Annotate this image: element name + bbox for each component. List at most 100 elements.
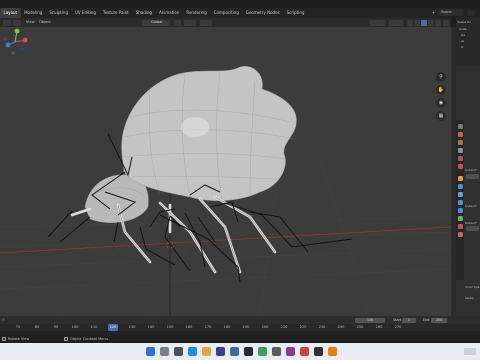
- proportional-editing-toggle[interactable]: [200, 19, 212, 26]
- wireframe-shading-button[interactable]: [414, 19, 420, 26]
- object-mode-dropdown[interactable]: [13, 19, 21, 26]
- outliner-row-ico[interactable]: Ic: [461, 45, 464, 50]
- file-explorer-icon[interactable]: [202, 347, 211, 356]
- blender-window: Layout Modeling Sculpting UV Editing Texture…: [0, 0, 480, 360]
- menu-object[interactable]: Object: [36, 18, 54, 27]
- tab-texture-paint[interactable]: Texture Paint: [99, 8, 132, 18]
- navigation-gizmo[interactable]: [0, 27, 30, 57]
- system-tray[interactable]: [464, 348, 476, 355]
- outliner-row-armature[interactable]: Ar: [461, 39, 464, 44]
- world-tab-icon[interactable]: [457, 164, 463, 169]
- render-tab-icon[interactable]: [457, 132, 463, 137]
- material-preview-button[interactable]: [428, 19, 434, 26]
- outliner-row-collection[interactable]: Colle: [459, 27, 466, 32]
- mesh-body: [121, 66, 297, 201]
- rendered-shading-button[interactable]: [435, 19, 441, 26]
- zoom-icon[interactable]: ⚲: [436, 72, 446, 82]
- ruler-tick-200: 200: [261, 325, 269, 329]
- 3d-viewport[interactable]: ⚲ ✋ ◉ ▦: [0, 27, 451, 316]
- material-tab-icon[interactable]: [457, 224, 463, 229]
- shading-options-button[interactable]: [443, 19, 449, 26]
- outliner-row-camera[interactable]: Ca: [461, 33, 465, 38]
- ruler-tick-150: 150: [166, 325, 174, 329]
- modifier-tab-icon[interactable]: [457, 184, 463, 189]
- workspace-tabs-bar: Layout Modeling Sculpting UV Editing Texture…: [0, 8, 480, 18]
- tab-geometry-nodes[interactable]: Geometry Nodes: [242, 8, 283, 18]
- tab-shading[interactable]: Shading: [132, 8, 155, 18]
- property-field-1[interactable]: [466, 174, 479, 179]
- start-menu-icon[interactable]: [146, 347, 155, 356]
- tab-scripting[interactable]: Scripting: [283, 8, 308, 18]
- tool-tab-icon[interactable]: [457, 124, 463, 129]
- solid-shading-button[interactable]: [421, 19, 427, 26]
- end-frame-field[interactable]: 250: [431, 317, 447, 323]
- editor-type-button[interactable]: [3, 19, 11, 26]
- timeline-ruler[interactable]: 70 80 90 100 110 120 130 140 150 160 170 180 190 200 2…: [0, 324, 480, 331]
- constraints-tab-icon[interactable]: [457, 208, 463, 213]
- particles-tab-icon[interactable]: [457, 192, 463, 197]
- tab-modeling[interactable]: Modeling: [21, 8, 46, 18]
- data-tab-icon[interactable]: [457, 216, 463, 221]
- mail-icon[interactable]: [230, 347, 239, 356]
- start-frame-field[interactable]: 1: [402, 317, 416, 323]
- status-object-context-menu: Object Context Menu: [70, 337, 108, 341]
- property-label-subsurf-3: Subsurf: [465, 221, 477, 225]
- status-rotate-view: Rotate View: [8, 337, 30, 341]
- scene-selector[interactable]: Scene: [437, 9, 463, 16]
- snap-toggle[interactable]: [184, 19, 196, 26]
- edge-browser-icon[interactable]: [188, 347, 197, 356]
- property-field-2[interactable]: [466, 226, 479, 231]
- camera-view-icon[interactable]: ◉: [436, 98, 446, 108]
- perspective-grid-icon[interactable]: ▦: [436, 111, 446, 121]
- windows-taskbar: [0, 343, 480, 360]
- ruler-tick-210: 210: [280, 325, 288, 329]
- visibility-toggle[interactable]: [370, 19, 386, 26]
- view-layer-selector[interactable]: [467, 9, 475, 16]
- ruler-tick-90: 90: [53, 325, 59, 329]
- ruler-tick-120: 120: [108, 324, 118, 331]
- ruler-tick-140: 140: [147, 325, 155, 329]
- tab-animation[interactable]: Animation: [155, 8, 182, 18]
- app-icon-gray[interactable]: [272, 347, 281, 356]
- view-layer-tab-icon[interactable]: [457, 148, 463, 153]
- workspace-tabs: Layout Modeling Sculpting UV Editing Texture…: [0, 8, 308, 18]
- ruler-tick-250: 250: [356, 325, 364, 329]
- overlays-toggle[interactable]: [389, 19, 403, 26]
- output-tab-icon[interactable]: [457, 140, 463, 145]
- property-label-color-space: Color Spa: [465, 285, 480, 289]
- mouse-middle-icon: [2, 337, 6, 341]
- scene-icon[interactable]: ✦: [431, 10, 436, 16]
- ruler-tick-70: 70: [15, 325, 21, 329]
- pivot-point-button[interactable]: [174, 19, 181, 26]
- ruler-tick-270: 270: [394, 325, 402, 329]
- scene-render: [0, 66, 451, 316]
- outliner-row-scene[interactable]: Scene Co: [457, 20, 471, 25]
- pan-hand-icon[interactable]: ✋: [436, 85, 446, 95]
- timeline-editor-icon[interactable]: ⏱: [2, 316, 5, 324]
- app-icon-purple[interactable]: [286, 347, 295, 356]
- status-bar: Rotate View Object Context Menu: [0, 335, 480, 343]
- object-tab-icon[interactable]: [457, 176, 463, 181]
- xray-toggle[interactable]: [407, 19, 413, 26]
- app-icon-dark[interactable]: [314, 347, 323, 356]
- scene-tab-icon[interactable]: [457, 156, 463, 161]
- search-icon[interactable]: [160, 347, 169, 356]
- ruler-tick-240: 240: [337, 325, 345, 329]
- task-view-icon[interactable]: [174, 347, 183, 356]
- tab-uv-editing[interactable]: UV Editing: [72, 8, 100, 18]
- tab-compositing[interactable]: Compositing: [210, 8, 242, 18]
- app-icon-green[interactable]: [258, 347, 267, 356]
- current-frame-field[interactable]: 120: [355, 317, 385, 323]
- tab-layout[interactable]: Layout: [0, 8, 21, 18]
- outliner[interactable]: Scene Co Colle Ca Ar Ic: [456, 18, 480, 66]
- tab-rendering[interactable]: Rendering: [183, 8, 210, 18]
- physics-tab-icon[interactable]: [457, 200, 463, 205]
- transform-orientation-label: Global: [151, 20, 163, 24]
- blender-taskbar-icon[interactable]: [328, 347, 337, 356]
- tab-sculpting[interactable]: Sculpting: [46, 8, 72, 18]
- app-icon-red[interactable]: [300, 347, 309, 356]
- terminal-icon[interactable]: [244, 347, 253, 356]
- store-icon[interactable]: [216, 347, 225, 356]
- texture-tab-icon[interactable]: [457, 232, 463, 237]
- ruler-tick-180: 180: [223, 325, 231, 329]
